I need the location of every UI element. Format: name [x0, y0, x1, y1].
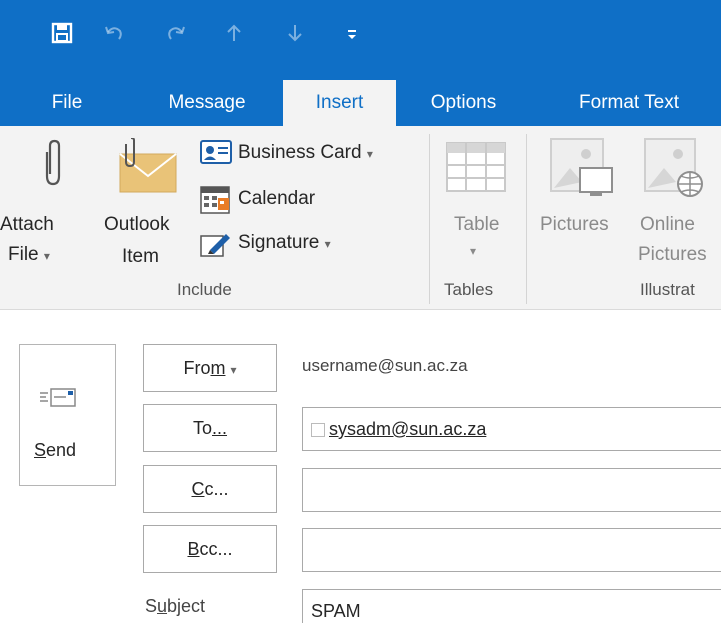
table-icon [446, 142, 506, 197]
ribbon-separator [526, 134, 527, 304]
down-icon[interactable] [283, 22, 307, 46]
ribbon-tabs: File Message Insert Options Format Text [0, 80, 721, 126]
bcc-field[interactable] [302, 528, 721, 572]
to-button[interactable]: To... [143, 404, 277, 452]
pictures-button[interactable]: Pictures [532, 126, 628, 276]
recipient-address[interactable]: sysadm@sun.ac.za [329, 419, 486, 439]
group-label-include: Include [177, 280, 232, 299]
paperclip-icon [38, 138, 68, 193]
subject-field[interactable]: SPAM [302, 589, 721, 623]
online-pictures-button[interactable]: Online Pictures [630, 126, 721, 276]
from-value: username@sun.ac.za [302, 356, 468, 375]
send-button[interactable]: Send [19, 344, 116, 486]
envelope-item-icon [118, 137, 180, 199]
chevron-down-icon: ▾ [230, 363, 237, 377]
signature-button[interactable]: Signature ▾ [198, 228, 378, 260]
customize-icon[interactable] [340, 22, 364, 46]
calendar-label: Calendar [238, 188, 316, 209]
tab-options[interactable]: Options [411, 80, 516, 126]
calendar-icon [200, 186, 232, 219]
redo-icon[interactable] [164, 22, 188, 46]
from-button[interactable]: From ▾ [143, 344, 277, 392]
cc-field[interactable] [302, 468, 721, 512]
table-button[interactable]: Table ▾ [432, 126, 520, 276]
undo-icon[interactable] [102, 22, 126, 46]
tab-file[interactable]: File [36, 80, 98, 126]
bcc-button[interactable]: Bcc... [143, 525, 277, 573]
outlook-item-label-2: Item [122, 246, 159, 267]
outlook-item-button[interactable]: Outlook Item [100, 126, 192, 276]
calendar-button[interactable]: Calendar [198, 184, 358, 216]
to-field[interactable]: sysadm@sun.ac.za [302, 407, 721, 451]
online-pictures-label-1: Online [640, 214, 695, 235]
up-icon[interactable] [222, 22, 246, 46]
attach-file-label-2: File ▾ [8, 244, 50, 265]
business-card-label: Business Card ▾ [238, 142, 373, 163]
tab-message[interactable]: Message [152, 80, 262, 126]
pictures-icon [550, 138, 616, 205]
business-card-button[interactable]: Business Card ▾ [198, 138, 413, 170]
table-dropdown-arrow-icon: ▾ [470, 244, 477, 258]
cc-button[interactable]: Cc... [143, 465, 277, 513]
ribbon-separator [429, 134, 430, 304]
signature-icon [200, 230, 232, 263]
table-label: Table [454, 214, 500, 235]
subject-label: Subject [145, 596, 206, 616]
attach-file-button[interactable]: Attach File ▾ [0, 126, 98, 276]
ribbon-panel: Attach File ▾ Outlook Item Business Card… [0, 126, 721, 310]
group-label-illustrations: Illustrat [640, 280, 695, 299]
online-pictures-icon [644, 138, 706, 205]
business-card-icon [200, 140, 232, 171]
send-envelope-icon [40, 385, 80, 414]
pictures-label: Pictures [540, 214, 609, 235]
save-icon[interactable] [50, 22, 74, 46]
attach-file-label-1: Attach [0, 214, 54, 235]
group-label-tables: Tables [444, 280, 494, 299]
quick-access-toolbar [0, 0, 721, 80]
signature-label: Signature ▾ [238, 232, 331, 253]
recipient-checkbox-icon [311, 423, 325, 437]
outlook-item-label-1: Outlook [104, 214, 170, 235]
online-pictures-label-2: Pictures [638, 244, 707, 265]
tab-format-text[interactable]: Format Text [549, 80, 709, 126]
send-label: Send [34, 440, 77, 460]
tab-insert[interactable]: Insert [283, 80, 396, 126]
